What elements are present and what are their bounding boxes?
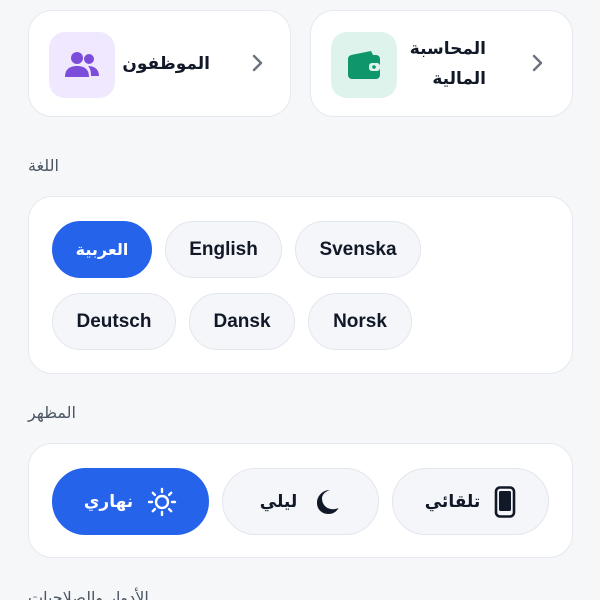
language-option-norsk[interactable]: Norsk <box>308 293 412 350</box>
phone-icon <box>494 485 516 518</box>
appearance-card: نهاري ليلي تلقائي <box>28 443 573 558</box>
theme-option-day[interactable]: نهاري <box>52 468 209 535</box>
language-card: العربية English Svenska Deutsch Dansk No… <box>28 196 573 374</box>
settings-page: الموظفون المحاسبة المالية اللغة العربية … <box>0 0 600 600</box>
employees-label: الموظفون <box>122 54 210 74</box>
language-option-dansk[interactable]: Dansk <box>189 293 295 350</box>
language-option-arabic[interactable]: العربية <box>52 221 152 278</box>
sun-icon <box>147 487 177 516</box>
chevron-right-icon <box>252 54 263 72</box>
wallet-icon <box>348 51 380 79</box>
appearance-section-label: المظهر <box>28 403 76 422</box>
roles-section-label: الأدوار والصلاحيات <box>28 588 149 600</box>
theme-option-auto[interactable]: تلقائي <box>392 468 549 535</box>
accounting-label: المحاسبة المالية <box>409 39 486 89</box>
employees-icon-tile <box>49 32 115 98</box>
theme-option-auto-label: تلقائي <box>424 491 481 512</box>
users-icon <box>65 52 99 77</box>
moon-icon <box>317 489 339 514</box>
chevron-right-icon <box>532 54 543 72</box>
theme-option-night[interactable]: ليلي <box>222 468 379 535</box>
theme-option-day-label: نهاري <box>83 491 134 512</box>
language-option-english[interactable]: English <box>165 221 282 278</box>
language-option-svenska[interactable]: Svenska <box>295 221 421 278</box>
accounting-icon-tile <box>331 32 397 98</box>
language-section-label: اللغة <box>28 156 59 175</box>
language-option-deutsch[interactable]: Deutsch <box>52 293 176 350</box>
accounting-card[interactable]: المحاسبة المالية <box>310 10 573 117</box>
theme-option-night-label: ليلي <box>259 491 298 512</box>
employees-card[interactable]: الموظفون <box>28 10 291 117</box>
